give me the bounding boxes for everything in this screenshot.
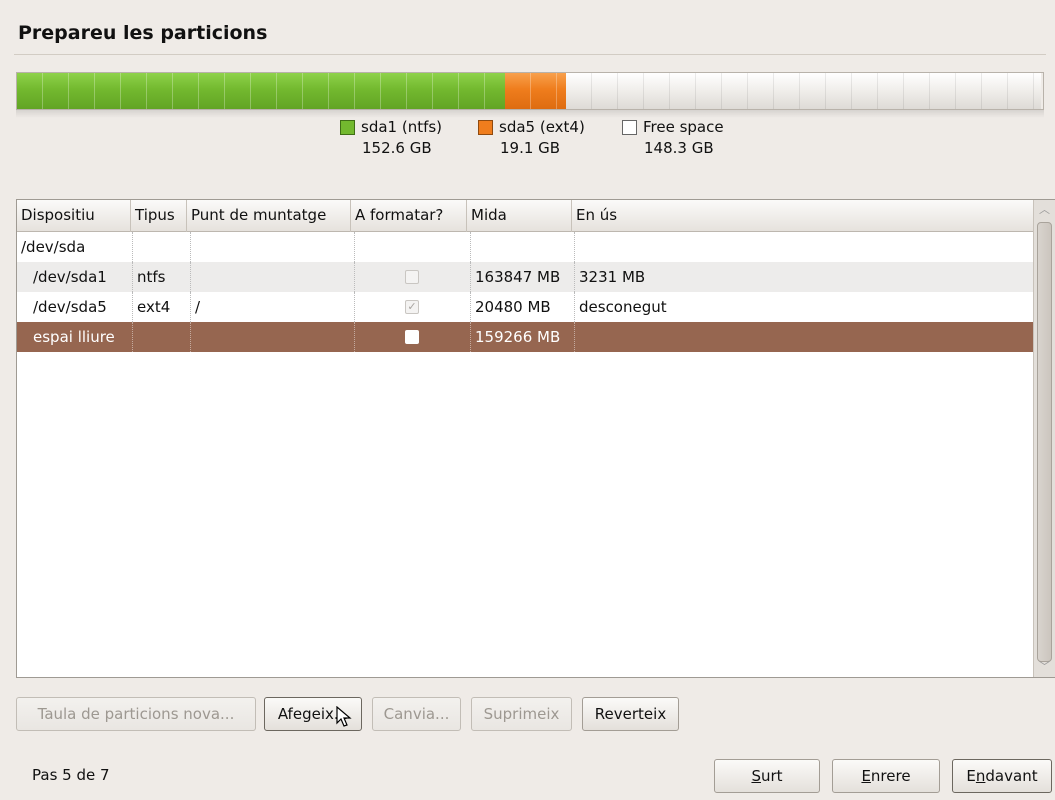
scrollbar-thumb[interactable]	[1037, 222, 1052, 662]
cell-used: desconegut	[579, 298, 667, 316]
legend-label: sda1 (ntfs)	[361, 118, 443, 136]
partition-bar	[16, 72, 1044, 110]
table-body: /dev/sda /dev/sda1 ntfs 163847 MB 3231 M…	[17, 232, 1033, 352]
cell-size: 159266 MB	[471, 322, 575, 352]
column-header-size[interactable]: Mida	[467, 200, 572, 232]
partition-bar-shadow	[16, 110, 1044, 118]
cell-used	[575, 322, 1033, 352]
column-header-type[interactable]: Tipus	[131, 200, 187, 232]
forward-mnemonic: n	[975, 767, 986, 785]
cell-used: 3231 MB	[579, 268, 646, 286]
table-header: Dispositiu Tipus Punt de muntatge A form…	[17, 200, 1033, 232]
scroll-down-arrow-icon[interactable]: ﹀	[1034, 657, 1055, 677]
vertical-scrollbar[interactable]: ︿ ﹀	[1033, 200, 1055, 677]
back-label-post: nrere	[870, 767, 911, 785]
table-row[interactable]: /dev/sda1 ntfs 163847 MB 3231 MB	[17, 262, 1033, 292]
cell-mount	[191, 262, 355, 292]
page-title: Prepareu les particions	[18, 22, 268, 44]
title-separator	[14, 54, 1046, 55]
legend-size: 19.1 GB	[500, 139, 561, 157]
table-row[interactable]: /dev/sda5 ext4 / ✓ 20480 MB desconegut	[17, 292, 1033, 322]
partition-table: Dispositiu Tipus Punt de muntatge A form…	[16, 199, 1055, 678]
cell-size	[471, 232, 575, 262]
legend-item-sda1: sda1 (ntfs) 152.6 GB	[340, 118, 442, 157]
forward-button[interactable]: Endavant	[952, 759, 1052, 793]
format-checkbox-checked[interactable]: ✓	[405, 300, 419, 314]
table-row-selected[interactable]: espai lliure 159266 MB	[17, 322, 1033, 352]
change-partition-button[interactable]: Canvia...	[372, 697, 461, 731]
legend-swatch-green	[340, 119, 355, 135]
cell-format	[355, 322, 471, 352]
mouse-pointer-icon	[336, 706, 352, 727]
cell-format: ✓	[355, 292, 471, 322]
cell-mount	[191, 232, 355, 262]
quit-label-post: urt	[760, 767, 783, 785]
back-button[interactable]: Enrere	[832, 759, 940, 793]
legend-label: sda5 (ext4)	[499, 118, 585, 136]
cell-format	[355, 262, 471, 292]
scroll-up-arrow-icon[interactable]: ︿	[1034, 200, 1055, 220]
column-header-format[interactable]: A formatar?	[351, 200, 467, 232]
legend-swatch-orange	[478, 119, 493, 135]
back-mnemonic: E	[861, 767, 871, 785]
partition-bar-sda1	[17, 73, 506, 109]
partition-bar-sda5	[505, 73, 567, 109]
legend-item-sda5: sda5 (ext4) 19.1 GB	[478, 118, 585, 157]
cell-used	[575, 232, 1033, 262]
quit-mnemonic: S	[751, 767, 761, 785]
table-row[interactable]: /dev/sda	[17, 232, 1033, 262]
installer-window: Prepareu les particions sda1 (ntfs) 152.…	[0, 0, 1055, 800]
cell-size: 163847 MB	[471, 262, 575, 292]
legend-size: 152.6 GB	[362, 139, 432, 157]
quit-button[interactable]: Surt	[714, 759, 820, 793]
cell-size: 20480 MB	[471, 292, 575, 322]
cell-device: espai lliure	[17, 322, 133, 352]
cell-mount	[191, 322, 355, 352]
column-header-mount-point[interactable]: Punt de muntatge	[187, 200, 351, 232]
cell-device: /dev/sda5	[17, 292, 133, 322]
partition-legend: sda1 (ntfs) 152.6 GB sda5 (ext4) 19.1 GB…	[0, 118, 1055, 168]
partition-bar-free-space	[566, 73, 1041, 109]
legend-label: Free space	[643, 118, 724, 136]
format-checkbox[interactable]	[405, 330, 419, 344]
forward-label-post: davant	[985, 767, 1038, 785]
legend-size: 148.3 GB	[644, 139, 714, 157]
format-checkbox[interactable]	[405, 270, 419, 284]
step-indicator: Pas 5 de 7	[32, 766, 110, 784]
cell-type: ntfs	[133, 262, 191, 292]
cell-format	[355, 232, 471, 262]
delete-partition-button[interactable]: Suprimeix	[471, 697, 572, 731]
cell-mount: /	[191, 292, 355, 322]
new-partition-table-button[interactable]: Taula de particions nova...	[16, 697, 256, 731]
legend-swatch-white	[622, 119, 637, 135]
cell-type	[133, 232, 191, 262]
cell-device: /dev/sda1	[17, 262, 133, 292]
cell-type	[133, 322, 191, 352]
legend-item-free-space: Free space 148.3 GB	[622, 118, 724, 157]
column-header-used[interactable]: En ús	[572, 200, 1033, 232]
cell-type: ext4	[133, 292, 191, 322]
column-header-device[interactable]: Dispositiu	[17, 200, 131, 232]
cell-device: /dev/sda	[17, 232, 133, 262]
revert-button[interactable]: Reverteix	[582, 697, 679, 731]
forward-label-pre: E	[966, 767, 976, 785]
